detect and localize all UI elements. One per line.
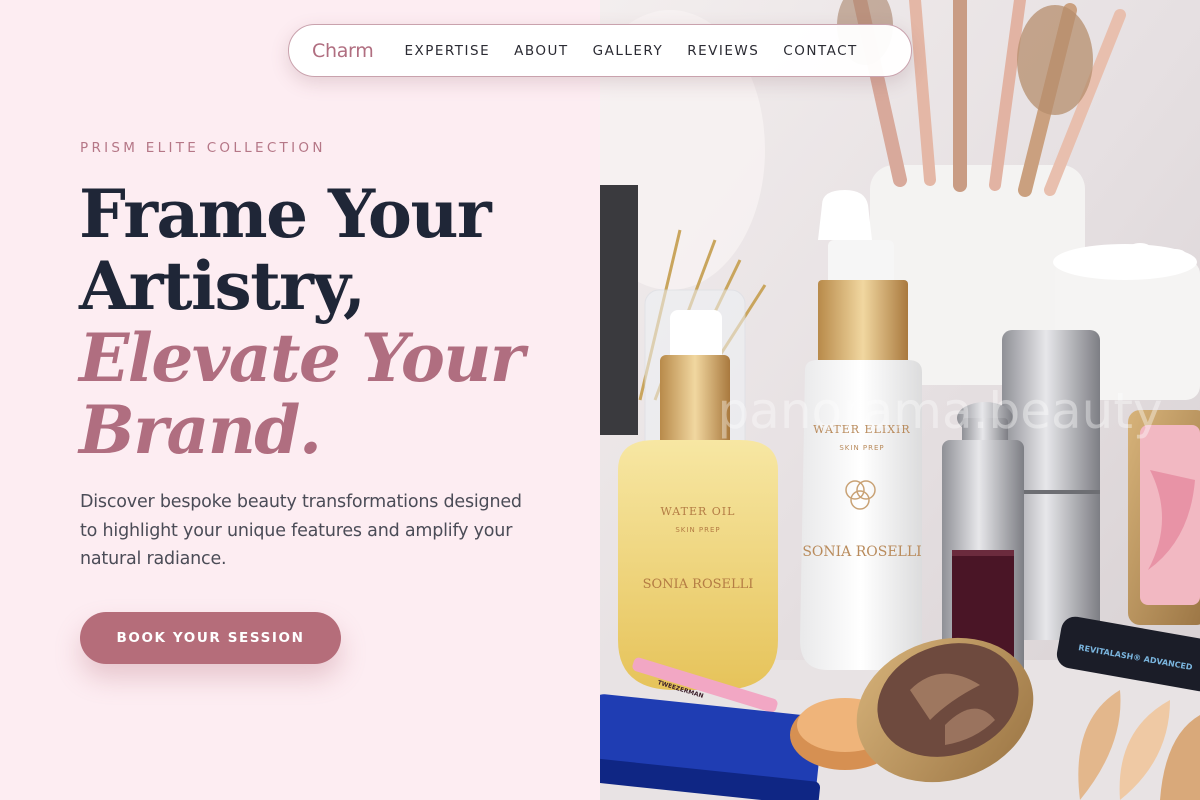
book-session-button[interactable]: BOOK YOUR SESSION (80, 612, 341, 664)
skin-prep-label-oil: SKIN PREP (675, 526, 720, 534)
hero-eyebrow: PRISM ELITE COLLECTION (80, 140, 326, 156)
brand-label-elixir: SONIA ROSELLI (802, 544, 921, 560)
blush-compact (1128, 410, 1200, 625)
nav-link-gallery[interactable]: GALLERY (593, 43, 664, 59)
nav-link-contact[interactable]: CONTACT (783, 43, 858, 59)
headline-accent-line-1: Elevate Your (79, 319, 525, 397)
nav-link-expertise[interactable]: EXPERTISE (404, 43, 490, 59)
brand-label-oil: SONIA ROSELLI (643, 577, 754, 592)
water-oil-label: WATER OIL (661, 505, 736, 518)
hero-headline: Frame Your Artistry, Elevate Your Brand. (79, 175, 525, 469)
hero-left-panel: PRISM ELITE COLLECTION Frame Your Artist… (0, 0, 600, 800)
brand-logo[interactable]: Charm (312, 40, 374, 62)
cosmetics-photo: WATER OIL SKIN PREP SONIA ROSELLI WATER … (600, 0, 1200, 800)
hero-description: Discover bespoke beauty transformations … (80, 492, 522, 569)
top-navigation: Charm EXPERTISE ABOUT GALLERY REVIEWS CO… (288, 24, 912, 77)
nav-link-reviews[interactable]: REVIEWS (687, 43, 759, 59)
watermark-text: panorama.beauty (717, 382, 1162, 440)
headline-line-2: Artistry, (79, 247, 366, 325)
nav-links: EXPERTISE ABOUT GALLERY REVIEWS CONTACT (404, 43, 857, 59)
nav-link-about[interactable]: ABOUT (514, 43, 569, 59)
headline-accent-line-2: Brand. (79, 391, 322, 469)
headline-line-1: Frame Your (79, 175, 492, 253)
hero-product-image: WATER OIL SKIN PREP SONIA ROSELLI WATER … (600, 0, 1200, 800)
skin-prep-label-elixir: SKIN PREP (839, 444, 884, 452)
